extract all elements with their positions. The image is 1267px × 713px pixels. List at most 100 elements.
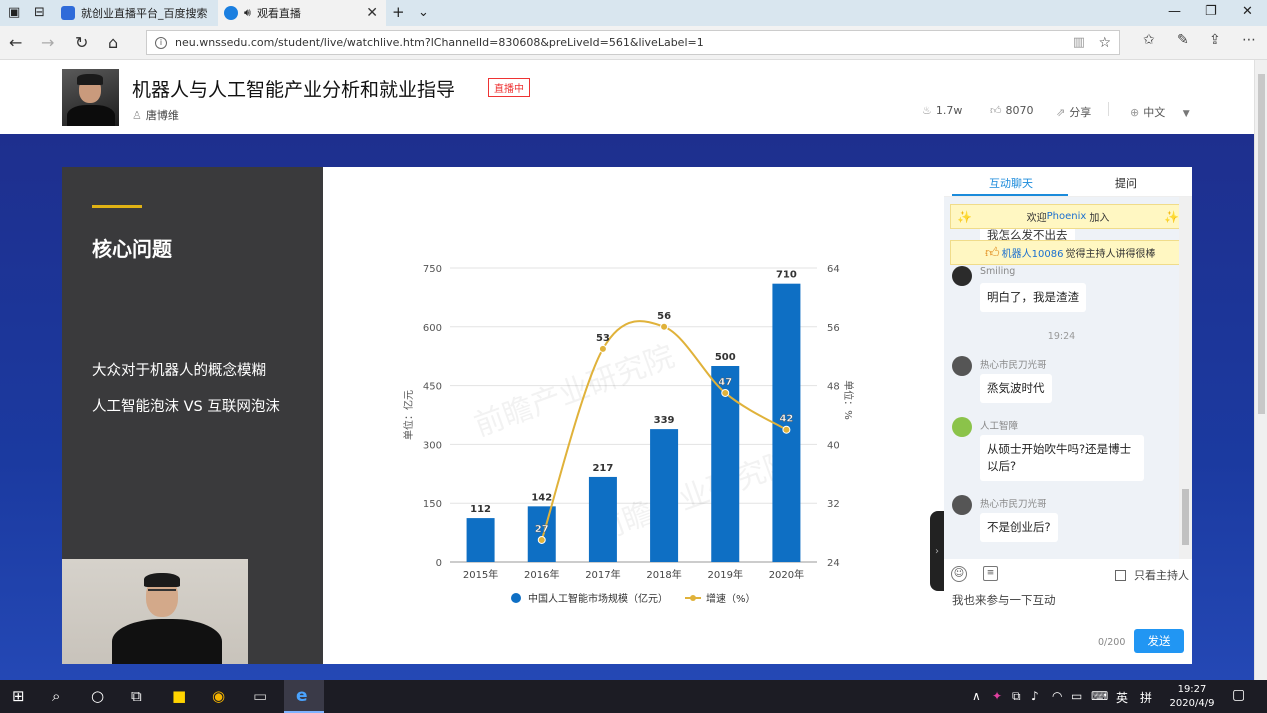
set-aside-tabs-icon[interactable]: ⊟ <box>34 5 45 20</box>
share-label: 分享 <box>1069 106 1092 119</box>
y2-tick-label: 48 <box>827 382 840 393</box>
legend-bar-marker <box>511 593 521 603</box>
terminal-icon[interactable]: ▭ <box>253 687 267 705</box>
send-button[interactable]: 发送 <box>1134 629 1184 653</box>
maximize-icon[interactable]: ❐ <box>1205 4 1217 19</box>
tab-interactive-chat[interactable]: 互动聊天 <box>989 175 1033 191</box>
view-count: ♨ 1.7w <box>922 104 962 117</box>
notice-user: Phoenix <box>1046 211 1087 222</box>
home-icon[interactable]: ⌂ <box>108 33 118 52</box>
x-tick-label: 2019年 <box>708 568 743 581</box>
close-tab-icon[interactable]: ✕ <box>366 5 378 21</box>
cortana-icon[interactable]: ○ <box>91 687 104 705</box>
quick-reply-icon[interactable]: ≡ <box>983 566 998 581</box>
system-clock[interactable]: 19:27 2020/4/9 <box>1166 683 1218 711</box>
collapse-chat-handle[interactable]: › <box>930 511 944 591</box>
like-count-text: 8070 <box>1005 104 1034 117</box>
share-button[interactable]: ⇗ 分享 <box>1056 104 1091 120</box>
close-window-icon[interactable]: ✕ <box>1242 4 1253 19</box>
page-header: 机器人与人工智能产业分析和就业指导 直播中 ♙ 唐博维 ♨ 1.7w 👍︎ 8070 … <box>0 60 1254 134</box>
task-view-icon[interactable]: ⧉ <box>131 687 142 705</box>
host-only-toggle[interactable]: 只看主持人 <box>1115 567 1189 583</box>
address-bar[interactable]: i neu.wnssedu.com/student/live/watchlive… <box>146 30 1120 55</box>
chat-toolbar: ☺ ≡ 只看主持人 <box>944 563 1192 587</box>
y2-tick-label: 64 <box>827 264 840 275</box>
more-icon[interactable]: ⋯ <box>1242 32 1256 48</box>
tab-title: 观看直播 <box>256 7 301 20</box>
slide-heading: 核心问题 <box>92 237 172 261</box>
tab-actions-icon[interactable]: ▣ <box>8 5 20 20</box>
avatar <box>952 417 972 437</box>
host-only-label: 只看主持人 <box>1134 569 1189 582</box>
chat-scroll-thumb[interactable] <box>1182 489 1189 545</box>
x-tick-label: 2015年 <box>463 568 498 581</box>
ime-mode[interactable]: 拼 <box>1140 689 1152 706</box>
keyboard-icon[interactable]: ⌨ <box>1091 689 1108 703</box>
chat-user-name: 热心市民刀光哥 <box>980 360 1047 371</box>
refresh-icon[interactable]: ↻ <box>75 33 88 52</box>
chat-tabs: 互动聊天 提问 <box>944 167 1192 197</box>
page-scroll-thumb[interactable] <box>1258 74 1265 414</box>
bar-value-label: 500 <box>715 352 736 363</box>
tray-copy-icon[interactable]: ⧉ <box>1012 689 1021 704</box>
site-info-icon[interactable]: i <box>155 36 167 49</box>
chart-area: 0 150 300 450 600 750 24 32 40 48 56 64 单位：亿元 单位：% 前瞻产… <box>323 167 944 664</box>
divider <box>1108 102 1109 116</box>
chat-message-list: ✨ 欢迎 Phoenix 加入 ✨ 我怎么发不出去 👍︎ 机器人10086 觉得… <box>944 197 1179 559</box>
x-tick-label: 2016年 <box>524 568 559 581</box>
y2-tick-label: 56 <box>827 323 840 334</box>
slide-point: 大众对于机器人的概念模糊 <box>92 363 266 379</box>
bar <box>588 476 617 562</box>
sticky-notes-icon[interactable]: ■ <box>172 687 186 705</box>
edge-taskbar-button[interactable]: e <box>284 680 324 713</box>
audio-playing-icon[interactable]: 🔊︎ <box>244 6 251 20</box>
minimize-icon[interactable]: — <box>1168 4 1181 19</box>
forward-icon[interactable]: → <box>41 33 54 52</box>
wifi-icon[interactable]: ◠ <box>1052 689 1062 703</box>
share-icon[interactable]: ⇪ <box>1209 32 1221 48</box>
chat-input[interactable]: 我也来参与一下互动 <box>952 592 1182 608</box>
page-scrollbar[interactable] <box>1254 60 1267 680</box>
chevron-right-icon: › <box>935 545 939 557</box>
y-tick-label: 750 <box>423 264 442 275</box>
windows-start-icon[interactable]: ⊞ <box>12 687 25 705</box>
search-icon[interactable]: ⌕ <box>52 687 60 705</box>
battery-icon[interactable]: ▭ <box>1071 689 1082 703</box>
favorite-star-icon[interactable]: ☆ <box>1098 35 1111 51</box>
live-favicon-icon <box>224 6 238 20</box>
back-icon[interactable]: ← <box>9 33 22 52</box>
chat-user-name: 热心市民刀光哥 <box>980 499 1047 510</box>
tab-baidu-search[interactable]: 就创业直播平台_百度搜索 <box>55 0 217 26</box>
y-tick-label: 0 <box>436 558 442 569</box>
chrome-icon[interactable]: ◉ <box>212 687 225 705</box>
ime-language[interactable]: 英 <box>1116 689 1128 706</box>
show-hidden-icons-icon[interactable]: ∧ <box>972 689 981 703</box>
tab-list-chevron-icon[interactable]: ⌄ <box>418 5 429 20</box>
y-axis-label: 单位：亿元 <box>402 390 415 440</box>
market-size-chart: 0 150 300 450 600 750 24 32 40 48 56 64 单位：亿元 单位：% 前瞻产… <box>402 264 855 605</box>
tray-app-icon[interactable]: ✦ <box>992 689 1002 703</box>
volume-icon[interactable]: ♪ <box>1031 689 1039 703</box>
like-button[interactable]: 👍︎ 8070 <box>990 104 1034 117</box>
notifications-icon[interactable]: ▢ <box>1232 687 1245 703</box>
chat-scrollbar[interactable] <box>1179 197 1192 559</box>
line-point <box>660 322 669 331</box>
reading-view-icon[interactable]: ▥ <box>1073 35 1085 50</box>
notes-pen-icon[interactable]: ✎ <box>1177 32 1189 48</box>
host-only-checkbox[interactable] <box>1115 569 1126 581</box>
clock-date: 2020/4/9 <box>1169 698 1215 709</box>
legend-line-point <box>690 595 696 601</box>
y-tick-label: 450 <box>423 382 442 393</box>
favorites-icon[interactable]: ✩ <box>1143 32 1155 48</box>
emoji-icon[interactable]: ☺ <box>951 566 967 582</box>
chat-bubble: 烝気波时代 <box>980 374 1052 403</box>
tab-watch-live[interactable]: 🔊︎ 观看直播 ✕ <box>218 0 386 26</box>
thumbs-up-icon: 👍︎ <box>985 245 1000 261</box>
presenter-webcam <box>62 559 248 664</box>
new-tab-icon[interactable]: + <box>392 3 405 21</box>
language-label: 中文 <box>1143 106 1166 119</box>
tab-questions[interactable]: 提问 <box>1115 175 1137 191</box>
notice-suffix: 加入 <box>1089 213 1110 224</box>
edge-icon: e <box>296 686 308 706</box>
language-select[interactable]: ⊕ 中文 ▼ <box>1130 104 1190 120</box>
